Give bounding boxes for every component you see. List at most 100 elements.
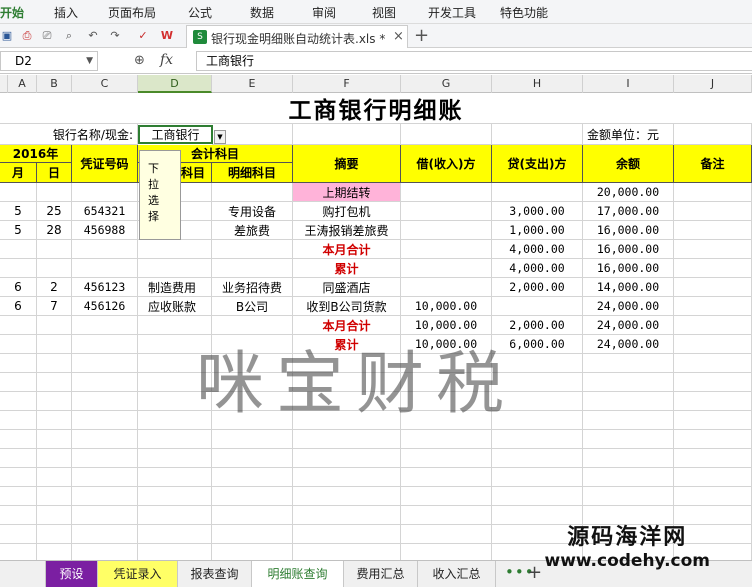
ledger-cell-cr[interactable] — [492, 183, 583, 202]
empty-cell[interactable] — [0, 411, 37, 430]
empty-cell[interactable] — [212, 525, 293, 544]
debit-header[interactable]: 借(收入)方 — [401, 145, 492, 183]
empty-cell[interactable] — [583, 430, 674, 449]
empty-cell[interactable] — [0, 430, 37, 449]
empty-cell[interactable] — [212, 373, 293, 392]
ledger-cell-d[interactable]: 2 — [37, 278, 72, 297]
empty-cell[interactable] — [583, 487, 674, 506]
summary-header[interactable]: 摘要 — [293, 145, 401, 183]
empty-cell[interactable] — [138, 544, 212, 560]
empty-cell[interactable] — [72, 354, 138, 373]
wps-logo-icon[interactable]: W — [160, 29, 174, 43]
name-box[interactable]: D2 ▼ — [0, 51, 98, 71]
empty-cell[interactable] — [138, 525, 212, 544]
month-header[interactable]: 月 — [0, 163, 37, 183]
empty-cell[interactable] — [138, 430, 212, 449]
empty-cell[interactable] — [72, 487, 138, 506]
save-icon[interactable]: ▣ — [0, 29, 14, 43]
ledger-cell-dr[interactable]: 10,000.00 — [401, 335, 492, 354]
ledger-cell-v[interactable] — [72, 183, 138, 202]
empty-cell[interactable] — [401, 487, 492, 506]
ledger-cell-dr[interactable] — [401, 240, 492, 259]
empty-cell[interactable] — [401, 392, 492, 411]
print-icon[interactable]: ⎚ — [40, 29, 54, 43]
ledger-cell-sum[interactable]: 王涛报销差旅费 — [293, 221, 401, 240]
empty-cell[interactable] — [72, 411, 138, 430]
ledger-cell-d[interactable]: 28 — [37, 221, 72, 240]
empty-cell[interactable] — [138, 506, 212, 525]
column-header-j[interactable]: J — [674, 75, 752, 93]
empty-cell[interactable] — [212, 411, 293, 430]
menu-formulas[interactable]: 公式 — [188, 4, 212, 21]
formula-input[interactable]: 工商银行 — [196, 51, 752, 71]
ledger-cell-acc[interactable]: 制造费用 — [138, 278, 212, 297]
menu-home[interactable]: 开始 — [0, 4, 24, 21]
ledger-cell-d[interactable] — [37, 259, 72, 278]
ledger-cell-dr[interactable]: 10,000.00 — [401, 316, 492, 335]
empty-cell[interactable] — [212, 354, 293, 373]
column-header-c[interactable]: C — [72, 75, 138, 93]
ledger-cell-rem[interactable] — [674, 316, 752, 335]
ledger-cell-rem[interactable] — [674, 240, 752, 259]
empty-cell[interactable] — [72, 430, 138, 449]
ledger-cell-m[interactable] — [0, 259, 37, 278]
menu-special[interactable]: 特色功能 — [500, 4, 548, 21]
ledger-cell-v[interactable] — [72, 316, 138, 335]
ledger-cell-bal[interactable]: 24,000.00 — [583, 335, 674, 354]
ledger-cell-sum[interactable]: 累计 — [293, 335, 401, 354]
ledger-cell-bal[interactable]: 16,000.00 — [583, 240, 674, 259]
empty-cell[interactable] — [138, 392, 212, 411]
empty-cell[interactable] — [0, 468, 37, 487]
ledger-cell-sum[interactable]: 收到B公司货款 — [293, 297, 401, 316]
chevron-down-icon[interactable]: ▼ — [86, 52, 93, 70]
day-header[interactable]: 日 — [37, 163, 72, 183]
ledger-cell-d[interactable]: 25 — [37, 202, 72, 221]
ledger-cell-sub[interactable]: B公司 — [212, 297, 293, 316]
ledger-cell-d[interactable] — [37, 316, 72, 335]
ledger-cell-sub[interactable] — [212, 183, 293, 202]
ledger-cell-sub[interactable] — [212, 259, 293, 278]
ledger-cell-bal[interactable]: 16,000.00 — [583, 221, 674, 240]
ledger-cell-v[interactable]: 456988 — [72, 221, 138, 240]
empty-cell[interactable] — [401, 373, 492, 392]
empty-cell[interactable] — [674, 411, 752, 430]
cell-g2[interactable] — [401, 124, 492, 145]
empty-cell[interactable] — [0, 449, 37, 468]
empty-cell[interactable] — [37, 392, 72, 411]
empty-cell[interactable] — [674, 392, 752, 411]
menu-developer[interactable]: 开发工具 — [428, 4, 476, 21]
ledger-cell-bal[interactable]: 20,000.00 — [583, 183, 674, 202]
empty-cell[interactable] — [138, 373, 212, 392]
empty-cell[interactable] — [212, 392, 293, 411]
empty-cell[interactable] — [37, 354, 72, 373]
empty-cell[interactable] — [0, 487, 37, 506]
ledger-cell-dr[interactable] — [401, 202, 492, 221]
empty-cell[interactable] — [492, 449, 583, 468]
ledger-cell-m[interactable]: 6 — [0, 278, 37, 297]
empty-cell[interactable] — [583, 392, 674, 411]
ledger-cell-dr[interactable]: 10,000.00 — [401, 297, 492, 316]
empty-cell[interactable] — [72, 373, 138, 392]
empty-cell[interactable] — [293, 544, 401, 560]
ledger-cell-rem[interactable] — [674, 297, 752, 316]
ledger-cell-sub[interactable] — [212, 240, 293, 259]
ledger-cell-cr[interactable]: 2,000.00 — [492, 316, 583, 335]
empty-cell[interactable] — [492, 430, 583, 449]
empty-cell[interactable] — [293, 354, 401, 373]
empty-cell[interactable] — [72, 506, 138, 525]
empty-cell[interactable] — [37, 525, 72, 544]
ledger-cell-sub[interactable] — [212, 335, 293, 354]
ledger-cell-v[interactable]: 654321 — [72, 202, 138, 221]
empty-cell[interactable] — [37, 449, 72, 468]
undo-icon[interactable]: ↶ — [86, 29, 100, 43]
empty-cell[interactable] — [138, 487, 212, 506]
ledger-cell-sum[interactable]: 上期结转 — [293, 183, 401, 202]
add-sheet-button[interactable]: + — [527, 562, 542, 583]
ledger-cell-bal[interactable]: 16,000.00 — [583, 259, 674, 278]
ledger-cell-d[interactable] — [37, 335, 72, 354]
sheet-tab-ledger-query[interactable]: 明细账查询 — [252, 561, 344, 587]
empty-cell[interactable] — [401, 468, 492, 487]
ledger-cell-dr[interactable] — [401, 259, 492, 278]
empty-cell[interactable] — [138, 468, 212, 487]
empty-cell[interactable] — [401, 506, 492, 525]
